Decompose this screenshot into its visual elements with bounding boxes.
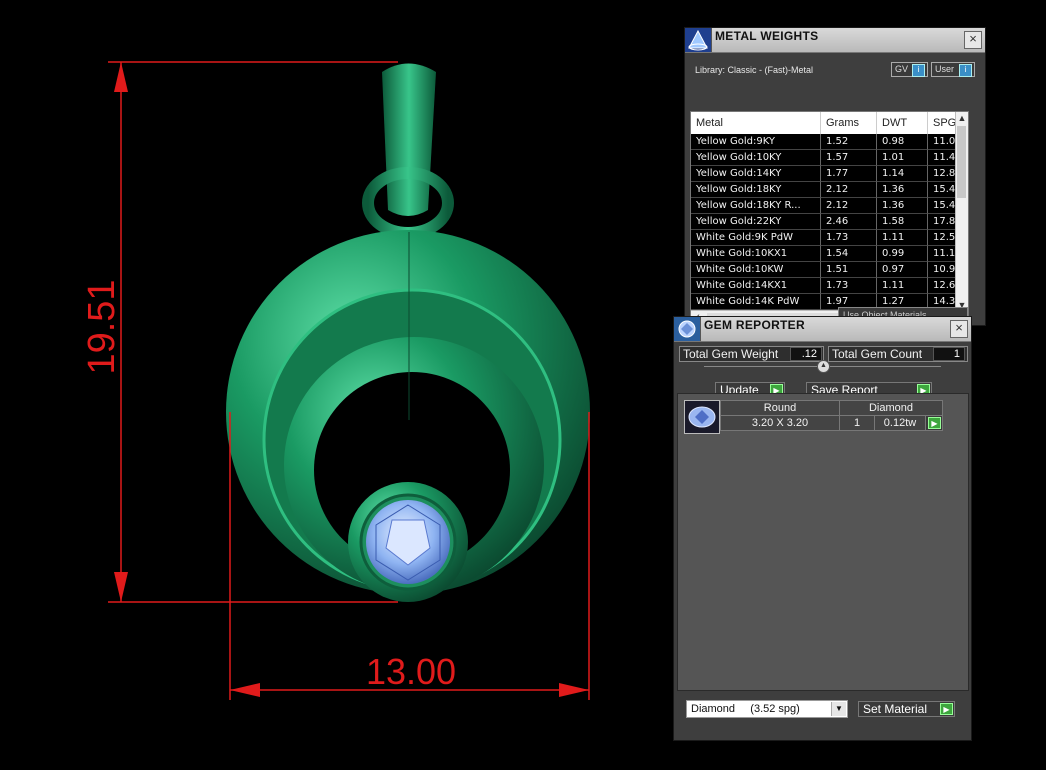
cell-dwt: 0.99	[877, 246, 928, 262]
gem-weight-cell: 0.12tw	[874, 415, 926, 431]
metal-weights-panel: METAL WEIGHTS × Library: Classic - (Fast…	[684, 27, 986, 326]
gem-reporter-body: Total Gem Weight .12 Total Gem Count 1 ▲…	[674, 342, 971, 740]
user-toggle[interactable]: User i	[931, 62, 975, 77]
table-row[interactable]: White Gold:9K PdW 1.73 1.11 12.59	[691, 230, 968, 246]
cell-dwt: 0.98	[877, 134, 928, 150]
table-row[interactable]: Yellow Gold:14KY 1.77 1.14 12.88	[691, 166, 968, 182]
gem-list-area[interactable]: Round Diamond 3.20 X 3.20 1 0.12tw ▶	[677, 393, 969, 691]
gem-material-select[interactable]: Diamond (3.52 spg) ▼	[686, 700, 848, 718]
gem-count-cell: 1	[839, 415, 875, 431]
set-material-go-icon: ▶	[940, 703, 953, 715]
cell-metal: Yellow Gold:9KY	[691, 134, 821, 150]
cell-dwt: 1.58	[877, 214, 928, 230]
cell-metal: White Gold:10KW	[691, 262, 821, 278]
table-row[interactable]: Yellow Gold:9KY 1.52 0.98 11.08	[691, 134, 968, 150]
metal-weights-titlebar[interactable]: METAL WEIGHTS ×	[685, 28, 985, 53]
metal-weights-close-icon[interactable]: ×	[964, 31, 982, 49]
table-row[interactable]: Yellow Gold:18KY 2.12 1.36 15.41	[691, 182, 968, 198]
metal-weights-title: METAL WEIGHTS	[715, 29, 819, 43]
gem-bezel	[348, 482, 468, 602]
cell-metal: Yellow Gold:10KY	[691, 150, 821, 166]
vertical-scroll-thumb[interactable]	[957, 126, 966, 198]
cell-dwt: 1.36	[877, 182, 928, 198]
table-row[interactable]: Yellow Gold:22KY 2.46 1.58 17.85	[691, 214, 968, 230]
cell-dwt: 1.14	[877, 166, 928, 182]
cell-metal: White Gold:14KX1	[691, 278, 821, 294]
gem-shape-cell: Round	[720, 400, 840, 416]
width-dimension-label: 13.00	[366, 651, 456, 692]
gv-toggle-knob-icon: i	[912, 64, 925, 77]
cell-grams: 2.12	[821, 198, 877, 214]
scroll-up-icon[interactable]: ▲	[956, 112, 968, 124]
table-row[interactable]: White Gold:10KW 1.51 0.97 10.99	[691, 262, 968, 278]
cell-metal: Yellow Gold:18KY R...	[691, 198, 821, 214]
cell-grams: 1.52	[821, 134, 877, 150]
chevron-down-icon[interactable]: ▼	[831, 702, 846, 716]
col-header-metal[interactable]: Metal	[691, 112, 821, 134]
cell-metal: White Gold:10KX1	[691, 246, 821, 262]
cell-grams: 2.46	[821, 214, 877, 230]
cell-grams: 1.73	[821, 278, 877, 294]
gem-reporter-close-icon[interactable]: ×	[950, 320, 968, 338]
table-row[interactable]: White Gold:10KX1 1.54 0.99 11.18	[691, 246, 968, 262]
cell-grams: 1.73	[821, 230, 877, 246]
cell-metal: White Gold:9K PdW	[691, 230, 821, 246]
user-toggle-label: User	[935, 64, 955, 74]
cell-metal: Yellow Gold:18KY	[691, 182, 821, 198]
cell-dwt: 1.11	[877, 230, 928, 246]
gem-size-cell: 3.20 X 3.20	[720, 415, 840, 431]
cell-grams: 1.51	[821, 262, 877, 278]
cell-dwt: 0.97	[877, 262, 928, 278]
cell-metal: Yellow Gold:14KY	[691, 166, 821, 182]
set-material-button-label: Set Material	[863, 702, 928, 716]
cell-metal: Yellow Gold:22KY	[691, 214, 821, 230]
cell-dwt: 1.11	[877, 278, 928, 294]
height-dimension-label: 19.51	[81, 279, 123, 374]
total-gem-weight-value: .12	[790, 347, 822, 361]
table-header: Metal Grams DWT SPG	[691, 112, 968, 134]
gem-reporter-panel: GEM REPORTER × Total Gem Weight .12 Tota…	[673, 316, 972, 741]
metal-weights-table[interactable]: Metal Grams DWT SPG Yellow Gold:9KY 1.52 0…	[690, 111, 969, 326]
gem-reporter-titlebar[interactable]: GEM REPORTER ×	[674, 317, 971, 342]
gem-reporter-title: GEM REPORTER	[704, 318, 805, 332]
table-vertical-scrollbar[interactable]: ▲ ▼	[955, 112, 968, 311]
set-material-button[interactable]: Set Material ▶	[858, 701, 955, 717]
bail	[382, 63, 436, 216]
total-gem-count-value: 1	[933, 347, 965, 361]
collapse-icon[interactable]: ▲	[817, 360, 830, 373]
gem-material-select-value: Diamond (3.52 spg)	[691, 703, 800, 715]
cell-grams: 1.77	[821, 166, 877, 182]
gv-toggle-label: GV	[895, 64, 909, 74]
cell-dwt: 1.01	[877, 150, 928, 166]
gem-reporter-app-icon	[674, 317, 701, 341]
user-toggle-knob-icon: i	[959, 64, 972, 77]
table-row[interactable]: Yellow Gold:18KY R... 2.12 1.36 15.41	[691, 198, 968, 214]
cell-dwt: 1.36	[877, 198, 928, 214]
gem-details-button[interactable]: ▶	[925, 415, 943, 431]
cell-metal: White Gold:14K PdW	[691, 294, 821, 310]
library-label: Library: Classic - (Fast)-Metal	[695, 65, 814, 75]
gv-toggle[interactable]: GV i	[891, 62, 928, 77]
col-header-grams[interactable]: Grams	[821, 112, 877, 134]
round-gem-thumbnail-icon[interactable]	[684, 400, 720, 434]
cell-grams: 2.12	[821, 182, 877, 198]
table-row[interactable]: White Gold:14KX1 1.73 1.11 12.61	[691, 278, 968, 294]
table-rows: Yellow Gold:9KY 1.52 0.98 11.08 Yellow Gold…	[691, 134, 968, 310]
metal-weights-body: Library: Classic - (Fast)-Metal GV i Use…	[685, 53, 985, 326]
metal-weights-app-icon	[685, 28, 712, 52]
col-header-dwt[interactable]: DWT	[877, 112, 928, 134]
gem-material-cell: Diamond	[839, 400, 943, 416]
cell-grams: 1.57	[821, 150, 877, 166]
table-row[interactable]: Yellow Gold:10KY 1.57 1.01 11.45	[691, 150, 968, 166]
cell-grams: 1.54	[821, 246, 877, 262]
gem-details-go-icon: ▶	[928, 417, 941, 429]
